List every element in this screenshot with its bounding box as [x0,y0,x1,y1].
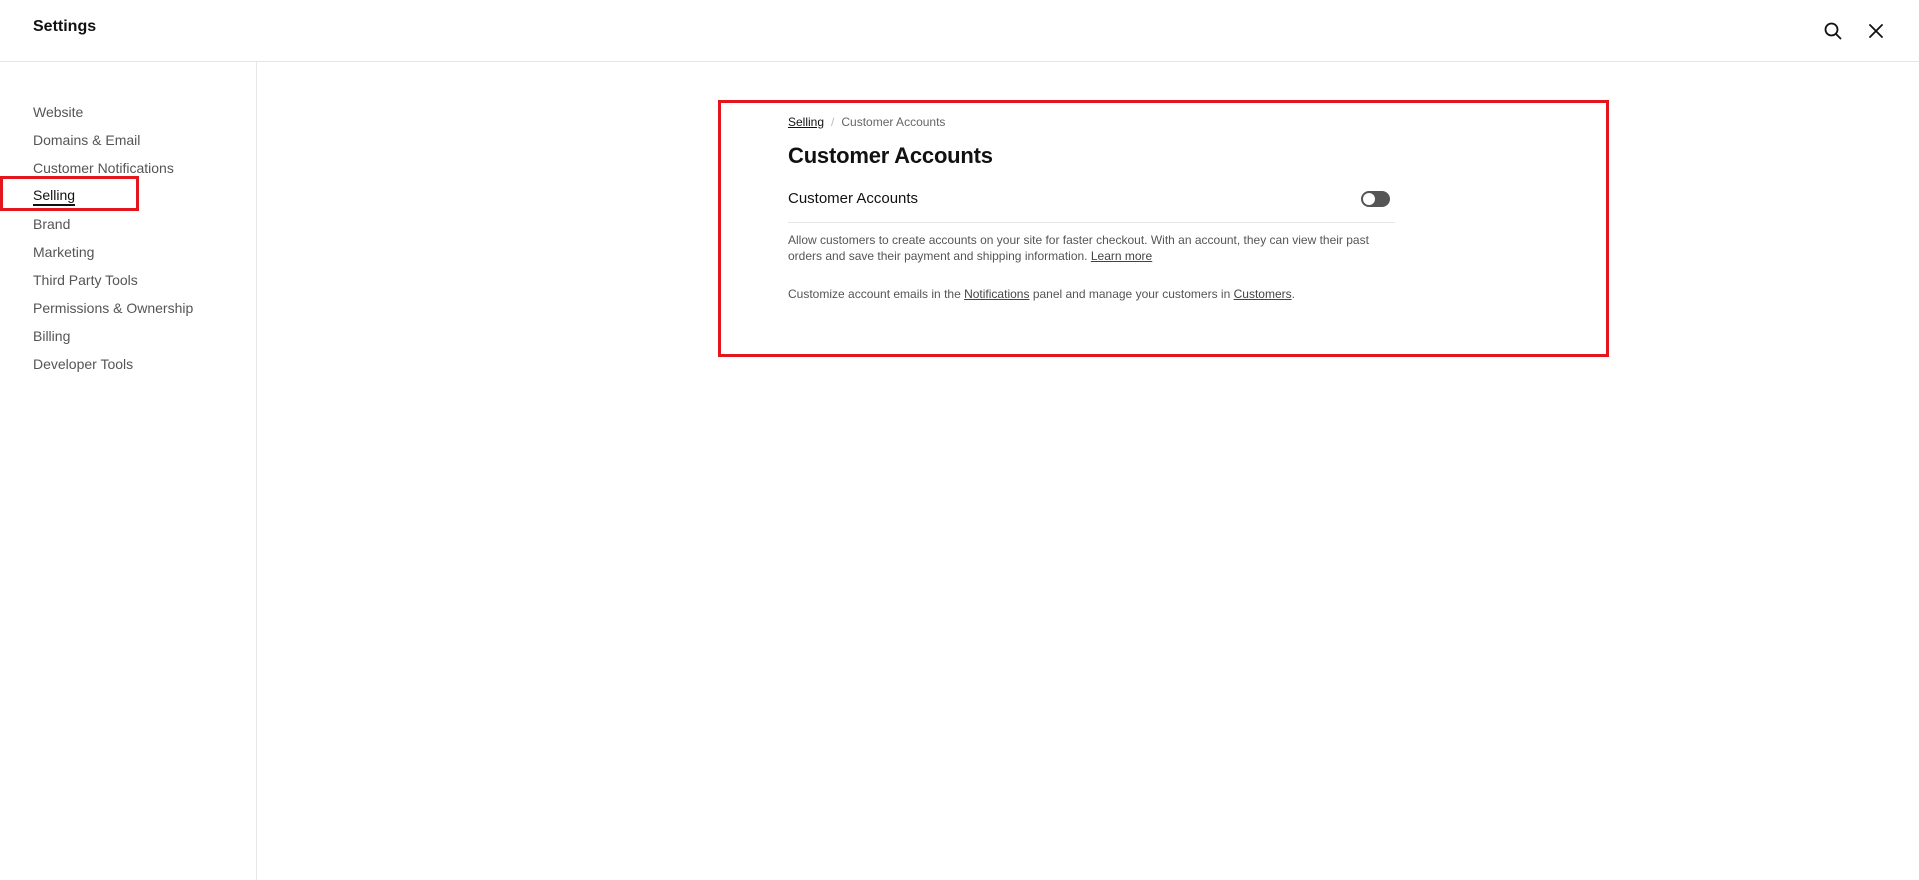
sidebar-item-marketing[interactable]: Marketing [33,238,193,266]
sidebar-item-label: Domains & Email [33,132,141,148]
search-icon[interactable] [1818,16,1848,46]
sidebar-item-website[interactable]: Website [33,98,193,126]
sidebar-item-label: Permissions & Ownership [33,300,194,316]
close-icon[interactable] [1861,16,1891,46]
breadcrumb-separator: / [831,115,835,129]
learn-more-link[interactable]: Learn more [1091,249,1152,263]
sidebar-item-selling[interactable]: Selling [33,182,193,210]
sidebar-item-third-party-tools[interactable]: Third Party Tools [33,266,193,294]
note-prefix: Customize account emails in the [788,287,961,301]
sidebar-item-customer-notifications[interactable]: Customer Notifications [33,154,193,182]
sidebar-item-label: Website [33,104,84,120]
sidebar-item-label: Billing [33,328,71,344]
sidebar-item-billing[interactable]: Billing [33,322,193,350]
setting-description: Allow customers to create accounts on yo… [788,232,1388,264]
customers-link[interactable]: Customers [1234,287,1292,301]
note-middle: panel and manage your customers in [1032,287,1231,301]
settings-sidebar: Website Domains & Email Customer Notific… [0,62,257,880]
settings-nav: Website Domains & Email Customer Notific… [33,98,193,378]
sidebar-item-label: Developer Tools [33,356,134,372]
customer-accounts-panel: Selling / Customer Accounts Customer Acc… [788,115,1395,302]
sidebar-item-label: Selling [33,187,76,206]
setting-label: Customer Accounts [788,190,919,207]
sidebar-item-label: Marketing [33,244,95,260]
sidebar-item-label: Third Party Tools [33,272,138,288]
page-title: Customer Accounts [788,143,993,168]
note-suffix: . [1291,287,1295,301]
notifications-link[interactable]: Notifications [964,287,1029,301]
sidebar-item-domains-email[interactable]: Domains & Email [33,126,193,154]
sidebar-item-developer-tools[interactable]: Developer Tools [33,350,193,378]
breadcrumb: Selling / Customer Accounts [788,115,1395,129]
sidebar-item-permissions-ownership[interactable]: Permissions & Ownership [33,294,193,322]
settings-note: Customize account emails in the Notifica… [788,286,1395,302]
top-bar: Settings [0,0,1919,62]
customer-accounts-toggle[interactable] [1361,190,1390,207]
toggle-knob [1363,192,1375,205]
sidebar-item-label: Brand [33,216,71,232]
sidebar-item-brand[interactable]: Brand [33,210,193,238]
app-title: Settings [33,18,97,35]
breadcrumb-selling-link[interactable]: Selling [788,115,824,129]
sidebar-item-label: Customer Notifications [33,160,174,176]
breadcrumb-current: Customer Accounts [841,115,946,129]
description-text: Allow customers to create accounts on yo… [788,233,1369,263]
customer-accounts-setting-row: Customer Accounts [788,183,1395,223]
